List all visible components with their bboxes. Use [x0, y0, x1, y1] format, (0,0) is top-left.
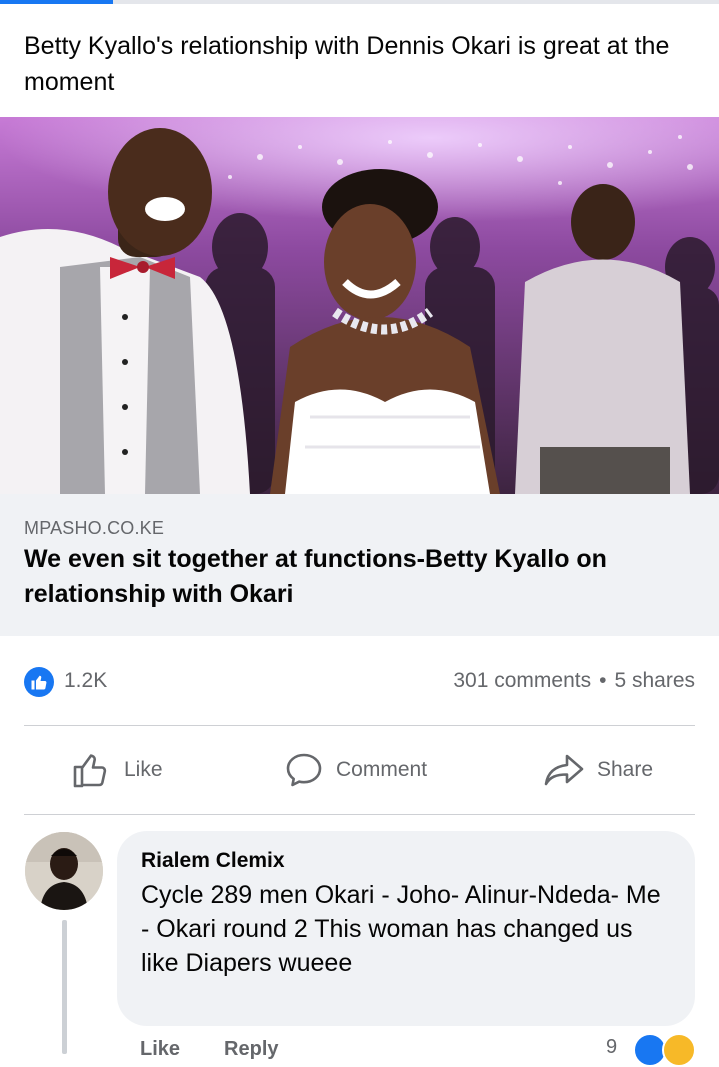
commenter-avatar[interactable]	[25, 832, 103, 910]
like-count[interactable]: 1.2K	[64, 669, 107, 693]
share-arrow-icon	[544, 754, 584, 786]
comment-actions: Like Reply	[140, 1038, 323, 1061]
comment-button[interactable]: Comment	[284, 748, 427, 792]
reply-thread-line	[62, 920, 67, 1054]
engagement-counts: 301 comments • 5 shares	[453, 669, 695, 693]
comment-like-link[interactable]: Like	[140, 1038, 180, 1060]
share-label: Share	[597, 758, 654, 781]
avatar-image	[25, 832, 103, 910]
comment-reaction-count[interactable]: 9	[606, 1036, 617, 1059]
link-domain: MPASHO.CO.KE	[24, 518, 165, 538]
link-title: We even sit together at functions-Betty …	[24, 545, 607, 608]
like-reaction-icon	[24, 667, 54, 697]
post-stats: 1.2K 301 comments • 5 shares	[24, 664, 695, 698]
like-button[interactable]: Like	[72, 748, 163, 792]
comment-reply-link[interactable]: Reply	[224, 1038, 278, 1060]
haha-reaction-icon	[662, 1033, 696, 1067]
thumbs-up-icon	[73, 754, 107, 788]
link-preview-image[interactable]	[0, 117, 719, 494]
wedding-photo	[0, 117, 719, 494]
link-preview-card[interactable]: MPASHO.CO.KE We even sit together at fun…	[0, 494, 719, 636]
active-tab-indicator	[0, 0, 113, 4]
share-count[interactable]: 5 shares	[614, 669, 695, 692]
divider	[24, 814, 695, 815]
comment-label: Comment	[336, 758, 428, 781]
post-text: Betty Kyallo's relationship with Dennis …	[24, 32, 670, 96]
post-action-bar: Like Comment Share	[0, 728, 719, 814]
comment-bubble-icon	[286, 753, 322, 787]
comment-item: Rialem Clemix Cycle 289 men Okari - Joho…	[0, 828, 719, 1067]
comment-bubble[interactable]: Rialem Clemix Cycle 289 men Okari - Joho…	[117, 831, 695, 1026]
separator-dot: •	[599, 669, 607, 692]
comment-author[interactable]: Rialem Clemix	[141, 849, 285, 873]
divider	[24, 725, 695, 726]
comment-count[interactable]: 301 comments	[453, 669, 591, 692]
like-label: Like	[124, 758, 163, 781]
comment-text: Cycle 289 men Okari - Joho- Alinur-Ndeda…	[141, 881, 661, 977]
share-button[interactable]: Share	[543, 748, 653, 792]
